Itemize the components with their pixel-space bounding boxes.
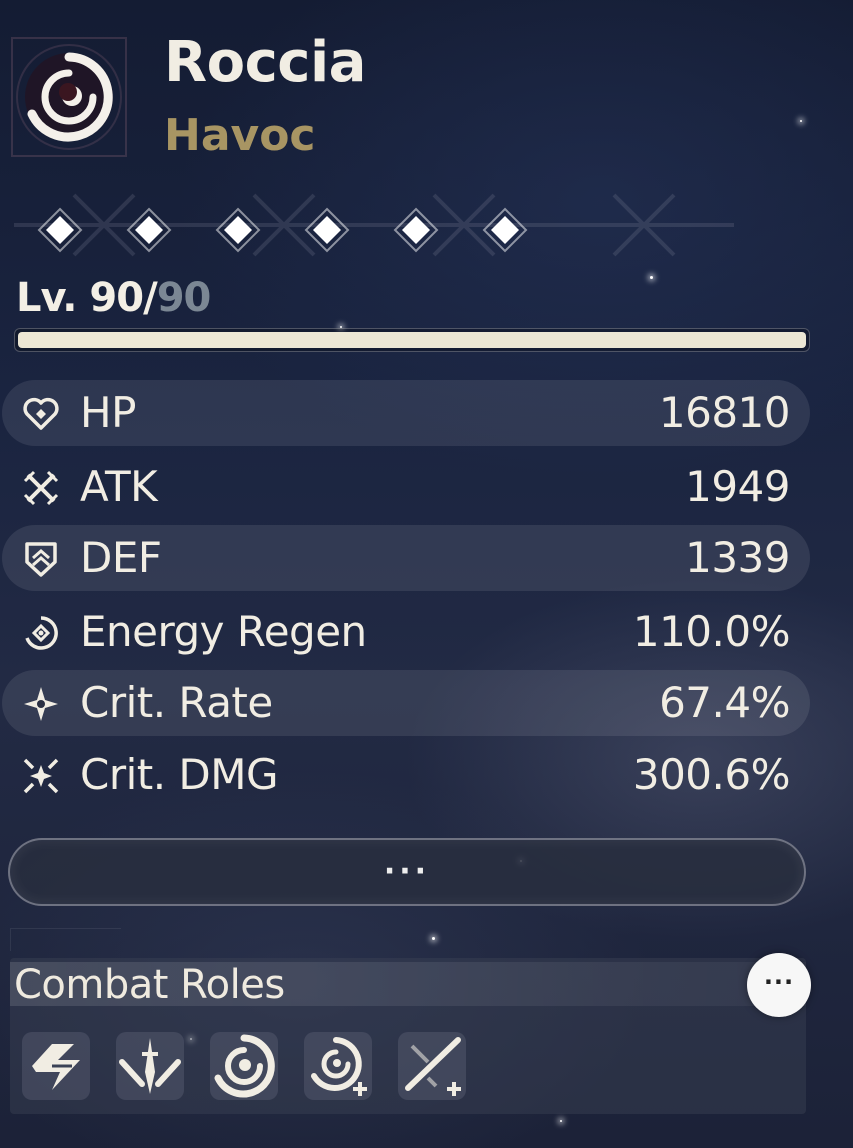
hp-heart-icon [23, 397, 59, 430]
stat-row-atk: ATK 1949 [2, 454, 810, 520]
stat-label: Crit. DMG [80, 750, 279, 799]
stat-label: HP [80, 388, 136, 437]
havoc-plus-role-icon[interactable] [304, 1032, 372, 1100]
atk-swords-icon [23, 470, 59, 506]
havoc-attribute-emblem [10, 36, 128, 158]
stat-value: 1949 [685, 462, 790, 511]
crossed-swords-plus-role-icon[interactable] [398, 1032, 466, 1100]
combat-roles-more-button[interactable]: ··· [747, 953, 811, 1017]
stat-label: DEF [80, 533, 162, 582]
sequence-node-5[interactable] [393, 207, 439, 253]
stat-label: ATK [80, 462, 158, 511]
level-progress-bar [14, 328, 810, 352]
sequence-node-3[interactable] [215, 207, 261, 253]
stat-row-def: DEF 1339 [2, 525, 810, 591]
stat-value: 67.4% [659, 678, 790, 727]
sequence-node-1[interactable] [37, 207, 83, 253]
more-stats-button[interactable]: ··· [8, 838, 806, 906]
combat-roles-title: Combat Roles [14, 962, 285, 1008]
def-shield-icon [25, 542, 57, 577]
stat-row-energy-regen: Energy Regen 110.0% [2, 599, 810, 665]
sequence-node-2[interactable] [126, 207, 172, 253]
havoc-swirl-role-icon[interactable] [210, 1032, 278, 1100]
stat-value: 300.6% [632, 750, 791, 799]
crit-dmg-icon [23, 758, 59, 794]
level-current: 90 [89, 275, 144, 321]
lightning-slash-role-icon[interactable] [22, 1032, 90, 1100]
sequence-node-6[interactable] [482, 207, 528, 253]
stat-value: 1339 [685, 533, 790, 582]
stat-row-crit-dmg: Crit. DMG 300.6% [2, 742, 810, 808]
level-separator: / [143, 275, 158, 321]
more-stats-label: ··· [383, 854, 431, 889]
sword-burst-role-icon[interactable] [116, 1032, 184, 1100]
sequence-ornament [14, 193, 734, 257]
attribute-label: Havoc [164, 110, 316, 161]
crit-rate-icon [24, 687, 58, 721]
sequence-node-4[interactable] [304, 207, 350, 253]
stat-label: Energy Regen [80, 607, 367, 656]
stat-value: 16810 [658, 388, 791, 437]
level-readout: Lv. 90/90 [16, 275, 212, 321]
level-max: 90 [156, 275, 212, 321]
level-progress-fill [18, 332, 806, 348]
character-name: Roccia [164, 30, 366, 95]
section-tab-ornament [10, 928, 121, 951]
stat-value: 110.0% [632, 607, 791, 656]
energy-regen-icon [25, 616, 58, 650]
stat-label: Crit. Rate [80, 678, 273, 727]
stat-row-hp: HP 16810 [2, 380, 810, 446]
stat-row-crit-rate: Crit. Rate 67.4% [2, 670, 810, 736]
